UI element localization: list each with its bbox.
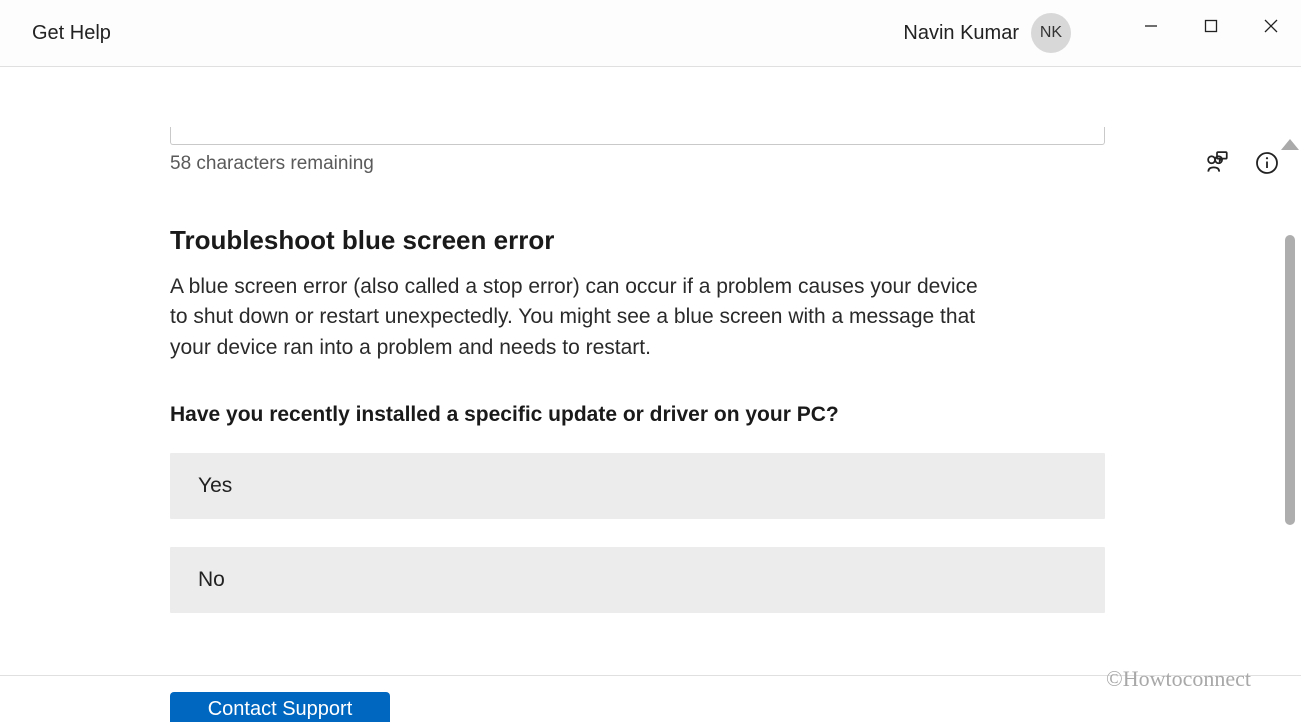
- watermark-text: ©Howtoconnect: [1106, 666, 1251, 692]
- app-title: Get Help: [32, 22, 111, 45]
- option-no[interactable]: No: [170, 547, 1105, 613]
- question-text: Have you recently installed a specific u…: [170, 403, 1105, 427]
- scrollbar-thumb[interactable]: [1285, 235, 1295, 525]
- minimize-button[interactable]: [1121, 6, 1181, 46]
- avatar[interactable]: NK: [1031, 13, 1071, 53]
- feedback-icon[interactable]: [1203, 149, 1231, 177]
- article-description: A blue screen error (also called a stop …: [170, 272, 1000, 363]
- char-remaining-label: 58 characters remaining: [170, 153, 1105, 175]
- title-bar-right: Navin Kumar NK: [903, 0, 1301, 66]
- window-controls: [1121, 0, 1301, 66]
- title-bar: Get Help Navin Kumar NK: [0, 0, 1301, 67]
- maximize-button[interactable]: [1181, 6, 1241, 46]
- info-icon[interactable]: [1253, 149, 1281, 177]
- content-area: 58 characters remaining Troubleshoot blu…: [0, 67, 1301, 722]
- close-button[interactable]: [1241, 6, 1301, 46]
- scroll-up-arrow[interactable]: [1281, 139, 1299, 150]
- main-content: 58 characters remaining Troubleshoot blu…: [170, 67, 1105, 719]
- search-input[interactable]: [170, 127, 1105, 145]
- toolbar: [1203, 149, 1281, 177]
- user-name: Navin Kumar: [903, 22, 1019, 45]
- user-block[interactable]: Navin Kumar NK: [903, 13, 1071, 53]
- article-title: Troubleshoot blue screen error: [170, 225, 1105, 256]
- option-yes[interactable]: Yes: [170, 453, 1105, 519]
- contact-support-button[interactable]: Contact Support: [170, 692, 390, 722]
